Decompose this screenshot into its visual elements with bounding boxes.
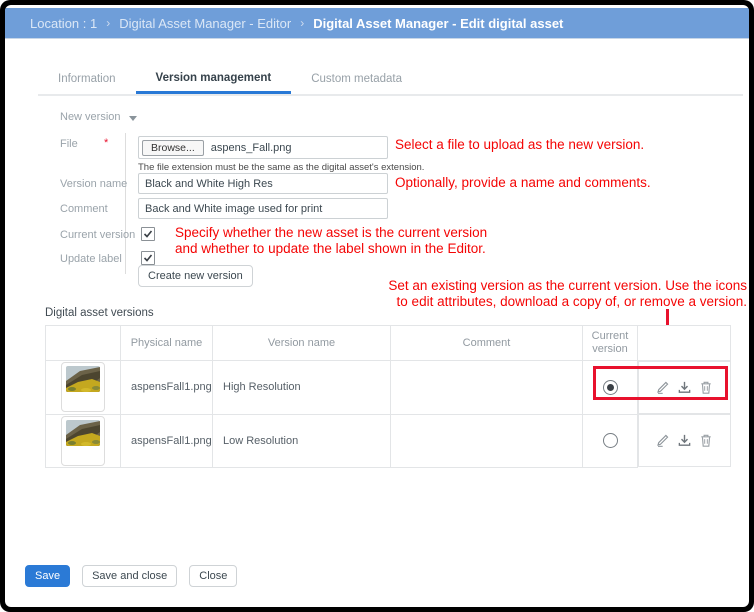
comment-cell xyxy=(390,413,583,468)
tab-custom-metadata[interactable]: Custom metadata xyxy=(291,64,422,94)
annotation-line: to edit attributes, download a copy of, … xyxy=(396,293,747,309)
download-icon[interactable] xyxy=(675,379,693,397)
annotation-name: Optionally, provide a name and comments. xyxy=(395,175,651,190)
new-version-section-label: New version xyxy=(60,111,121,123)
version-name-input[interactable]: Black and White High Res xyxy=(138,173,388,194)
file-helper-text: The file extension must be the same as t… xyxy=(138,162,425,173)
col-comment: Comment xyxy=(390,325,583,361)
save-button[interactable]: Save xyxy=(25,565,71,587)
breadcrumb-separator-icon: › xyxy=(106,16,111,30)
asset-thumbnail[interactable] xyxy=(61,362,105,413)
delete-icon[interactable] xyxy=(697,432,715,450)
footer-actions: Save Save and close Close xyxy=(25,565,238,587)
browse-button[interactable]: Browse... xyxy=(142,139,204,156)
download-icon[interactable] xyxy=(675,432,693,450)
thumbnail-cell xyxy=(45,360,121,415)
file-name-value: aspens_Fall.png xyxy=(210,141,292,154)
annotation-checkboxes: Specify whether the new asset is the cur… xyxy=(175,225,487,256)
comment-cell xyxy=(390,360,583,415)
delete-icon[interactable] xyxy=(697,379,715,397)
comment-value: Back and White image used for print xyxy=(145,202,323,215)
asset-thumbnail[interactable] xyxy=(61,415,105,466)
thumbnail-cell xyxy=(45,413,121,468)
comment-input[interactable]: Back and White image used for print xyxy=(138,198,388,219)
current-version-label: Current version xyxy=(60,229,136,241)
tab-information[interactable]: Information xyxy=(38,64,136,94)
physical-name-cell: aspensFall1.png xyxy=(120,360,213,415)
file-field-label: File xyxy=(60,138,78,150)
edit-icon[interactable] xyxy=(653,379,671,397)
annotation-table: Set an existing version as the current v… xyxy=(388,278,747,309)
current-version-checkbox[interactable] xyxy=(141,227,155,241)
check-icon xyxy=(143,254,153,262)
table-header-row: Physical name Version name Comment Curre… xyxy=(45,325,731,361)
screenshot-frame: Location : 1 › Digital Asset Manager - E… xyxy=(0,0,754,612)
check-icon xyxy=(143,230,153,238)
actions-cell xyxy=(638,414,731,467)
annotation-file: Select a file to upload as the new versi… xyxy=(395,137,645,152)
version-name-value: Black and White High Res xyxy=(145,177,273,190)
close-button[interactable]: Close xyxy=(189,565,238,587)
aspens-thumbnail-image xyxy=(66,419,100,446)
app-window: Location : 1 › Digital Asset Manager - E… xyxy=(5,5,749,607)
annotation-line: Set an existing version as the current v… xyxy=(388,278,747,293)
breadcrumb-item-editor[interactable]: Digital Asset Manager - Editor xyxy=(119,16,291,31)
comment-label: Comment xyxy=(60,203,108,215)
table-row: aspensFall1.png High Resolution xyxy=(45,360,731,415)
version-name-label: Version name xyxy=(60,178,128,190)
tab-version-management[interactable]: Version management xyxy=(135,64,292,94)
col-actions xyxy=(637,325,731,361)
versions-table: Physical name Version name Comment Curre… xyxy=(45,325,731,468)
version-name-cell: Low Resolution xyxy=(212,413,391,468)
table-row: aspensFall1.png Low Resolution xyxy=(45,413,731,468)
annotation-line: and whether to update the label shown in… xyxy=(175,240,486,256)
annotation-line: Specify whether the new asset is the cur… xyxy=(175,225,488,240)
required-marker: * xyxy=(104,137,109,149)
chevron-down-icon[interactable] xyxy=(129,116,137,121)
versions-table-title: Digital asset versions xyxy=(45,307,154,319)
col-version-name: Version name xyxy=(212,325,391,361)
file-input[interactable]: Browse... aspens_Fall.png xyxy=(138,136,388,159)
version-name-cell: High Resolution xyxy=(212,360,391,415)
physical-name-cell: aspensFall1.png xyxy=(120,413,213,468)
actions-cell xyxy=(638,361,731,414)
current-version-radio[interactable] xyxy=(602,379,618,395)
col-thumbnail xyxy=(45,325,121,361)
breadcrumb-separator-icon: › xyxy=(300,16,305,30)
create-new-version-button[interactable]: Create new version xyxy=(138,265,253,287)
edit-icon[interactable] xyxy=(653,432,671,450)
current-version-radio[interactable] xyxy=(602,433,618,448)
tab-bar: Information Version management Custom me… xyxy=(38,64,743,96)
update-label-label: Update label xyxy=(60,253,122,265)
form-divider xyxy=(125,133,126,274)
breadcrumb: Location : 1 › Digital Asset Manager - E… xyxy=(5,8,749,39)
update-label-checkbox[interactable] xyxy=(141,251,155,265)
page-title: Digital Asset Manager - Edit digital ass… xyxy=(313,15,564,31)
col-current-version: Current version xyxy=(582,325,638,361)
breadcrumb-item-location[interactable]: Location : 1 xyxy=(30,16,97,31)
current-version-cell xyxy=(582,360,638,415)
save-and-close-button[interactable]: Save and close xyxy=(82,565,178,587)
aspens-thumbnail-image xyxy=(66,366,100,393)
current-version-cell xyxy=(582,413,638,468)
col-physical-name: Physical name xyxy=(120,325,213,361)
